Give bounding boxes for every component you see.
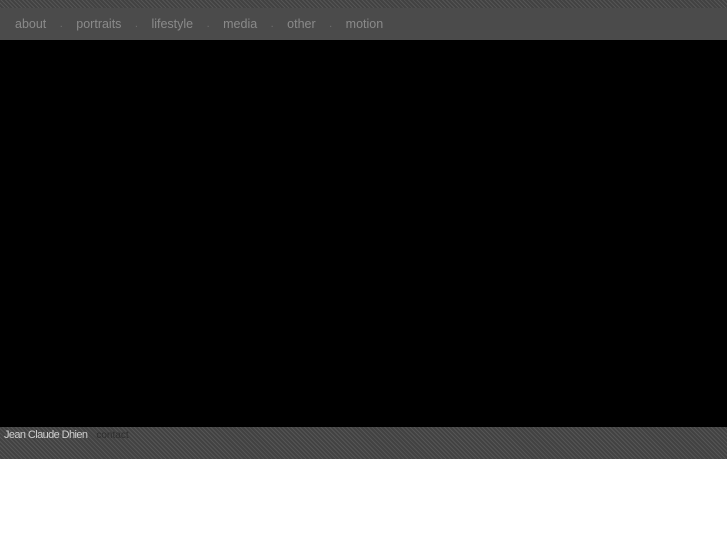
main-navigation: about . portraits . lifestyle . media . … [0, 8, 727, 40]
contact-link[interactable]: contact [96, 430, 128, 441]
footer-row: Jean Claude Dhien contact [4, 427, 727, 449]
nav-separator: . [329, 18, 333, 30]
nav-item-media[interactable]: media [223, 17, 257, 31]
media-stage [0, 40, 727, 427]
nav-separator: . [270, 18, 274, 30]
nav-item-about[interactable]: about [15, 17, 46, 31]
page: about . portraits . lifestyle . media . … [0, 0, 727, 545]
nav-item-other[interactable]: other [287, 17, 316, 31]
nav-separator: . [134, 18, 138, 30]
brand-name: Jean Claude Dhien [4, 429, 88, 441]
nav-separator: . [59, 18, 63, 30]
top-pattern-strip [0, 0, 727, 8]
footer-bar: Jean Claude Dhien contact [0, 427, 727, 459]
nav-item-portraits[interactable]: portraits [76, 17, 121, 31]
nav-item-motion[interactable]: motion [346, 17, 384, 31]
nav-separator: . [206, 18, 210, 30]
nav-item-lifestyle[interactable]: lifestyle [151, 17, 193, 31]
